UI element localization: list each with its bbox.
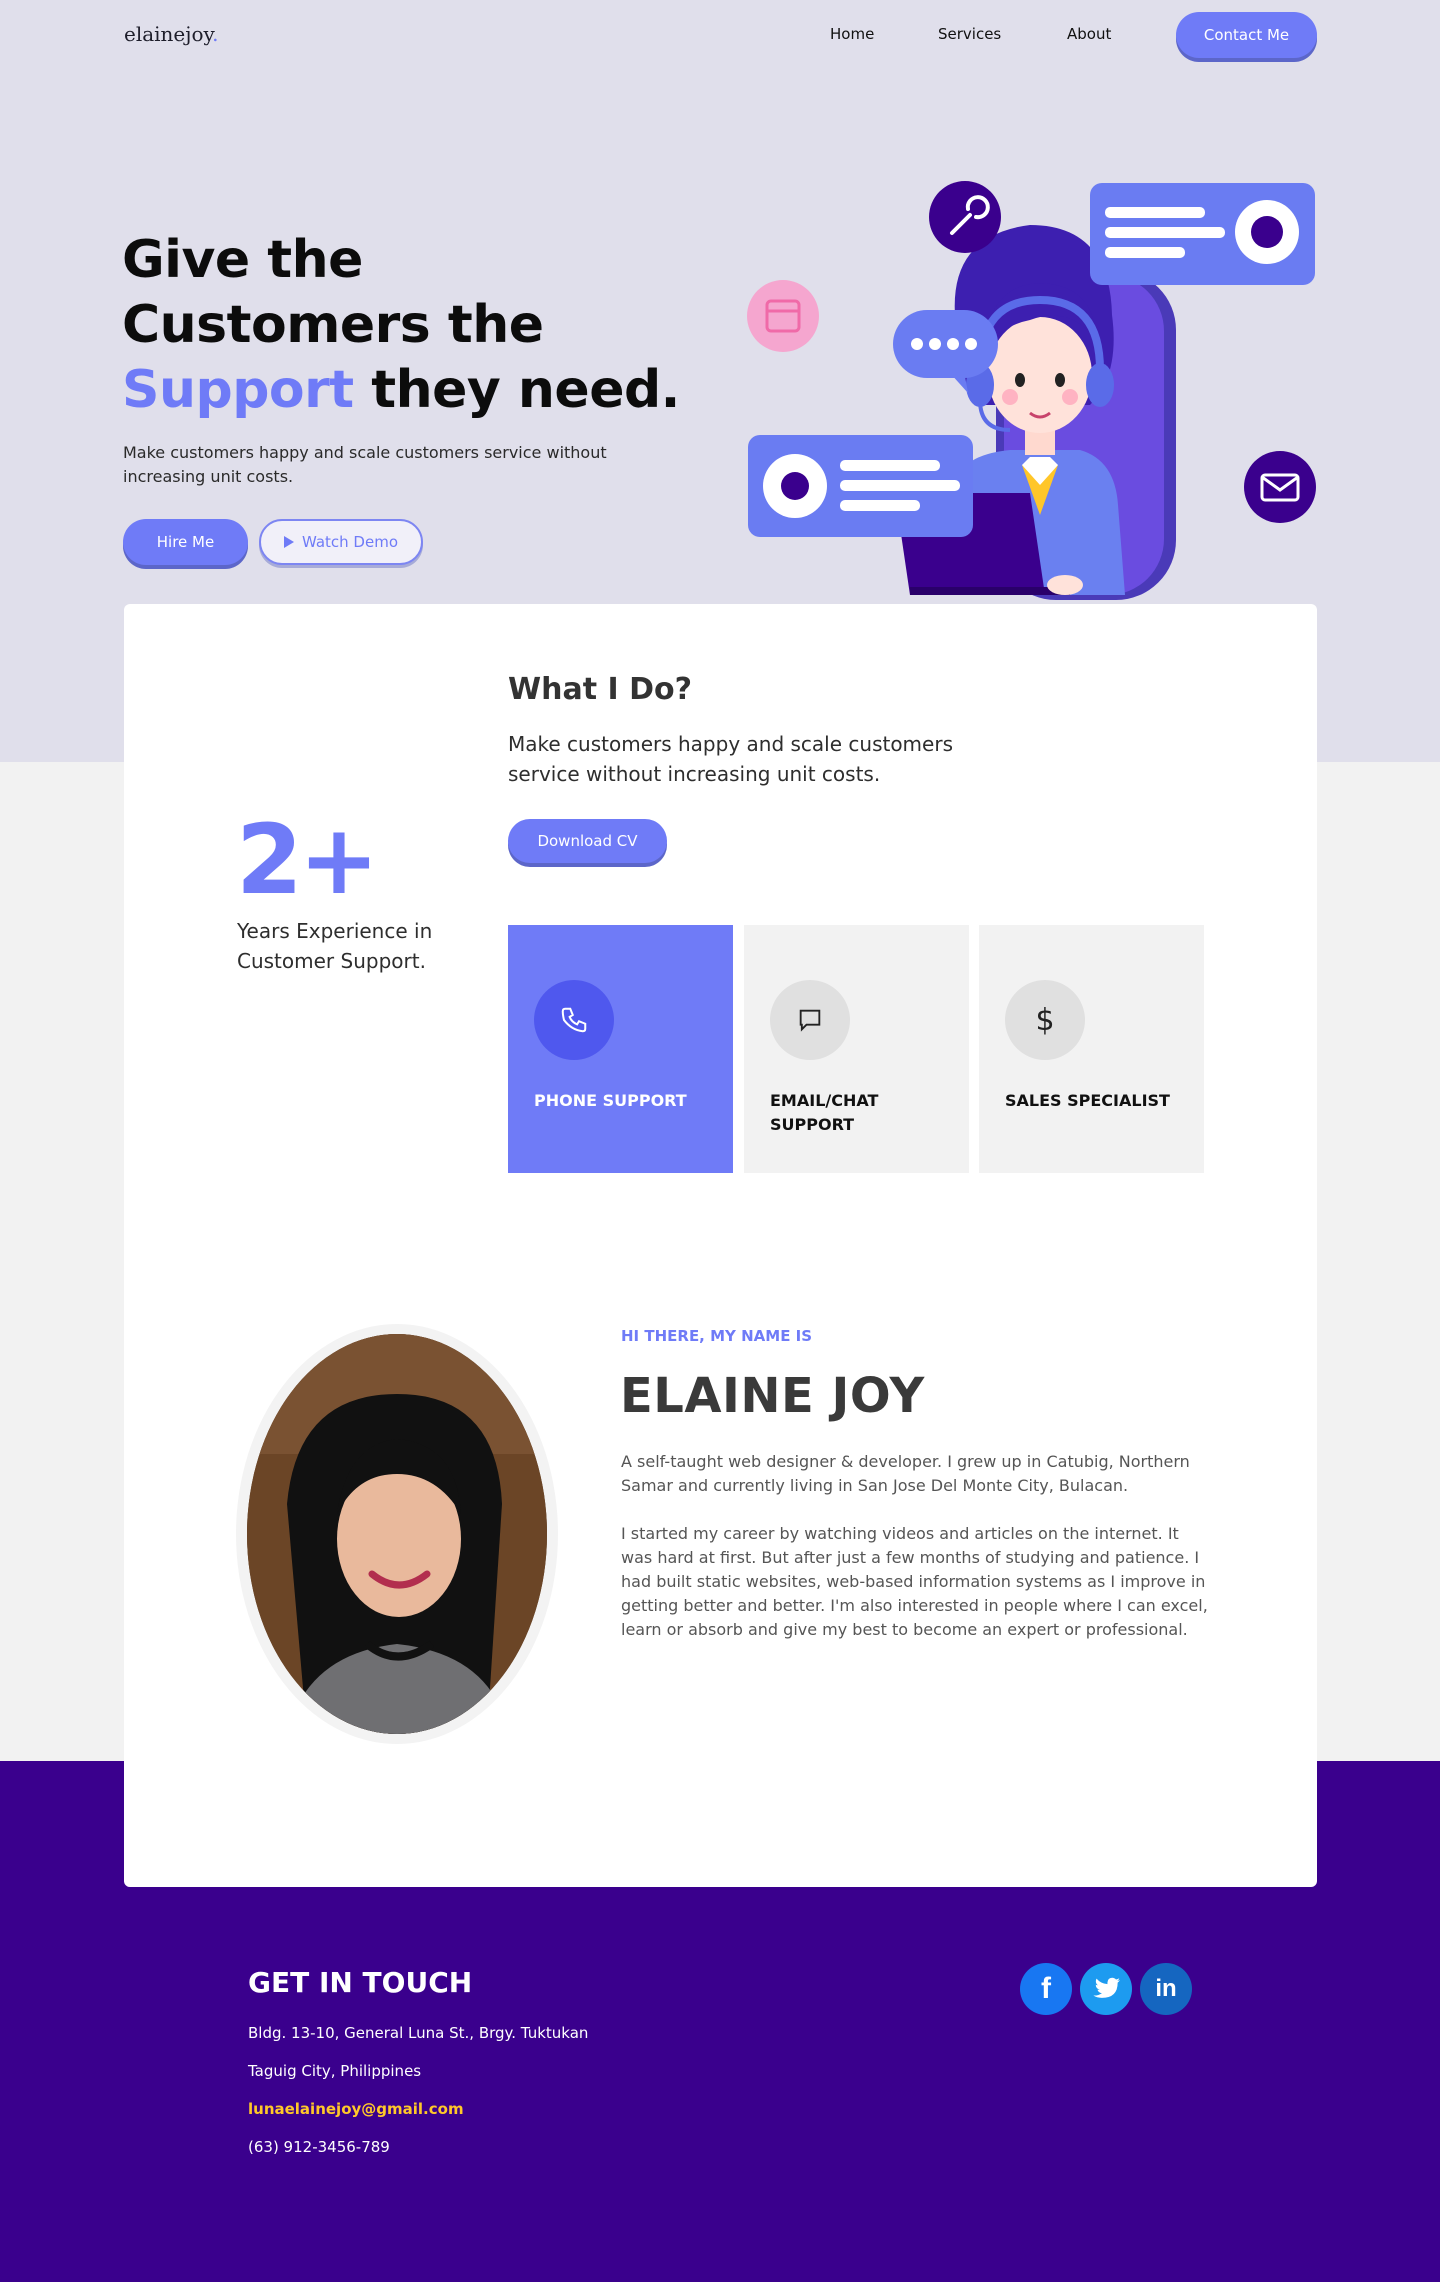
chat-icon — [770, 980, 850, 1060]
service-label: EMAIL/CHAT SUPPORT — [770, 1091, 879, 1134]
greeting-label: HI THERE, MY NAME IS — [621, 1327, 813, 1345]
address-line-2: Taguig City, Philippines — [248, 2062, 422, 2080]
service-label: PHONE SUPPORT — [534, 1091, 687, 1110]
nav-about[interactable]: About — [1067, 25, 1111, 43]
download-cv-button[interactable]: Download CV — [508, 819, 667, 863]
get-in-touch-title: GET IN TOUCH — [248, 1966, 473, 1999]
service-email-chat-support[interactable]: EMAIL/CHAT SUPPORT — [744, 925, 969, 1173]
facebook-icon[interactable]: f — [1020, 1963, 1072, 2015]
service-phone-support[interactable]: PHONE SUPPORT — [508, 925, 733, 1173]
linkedin-icon[interactable]: in — [1140, 1963, 1192, 2015]
nav-home[interactable]: Home — [830, 25, 874, 43]
watch-demo-button[interactable]: Watch Demo — [259, 519, 423, 565]
dollar-icon: $ — [1005, 980, 1085, 1060]
bio-paragraph-2: I started my career by watching videos a… — [621, 1524, 1208, 1639]
what-i-do-title: What I Do? — [508, 672, 692, 707]
site-logo[interactable]: elainejoy. — [124, 22, 219, 46]
nav-services[interactable]: Services — [938, 25, 1001, 43]
hero-title-line1: Give the — [122, 230, 363, 290]
hero-title-line2: Customers the — [122, 295, 544, 355]
profile-name: ELAINE JOY — [620, 1368, 925, 1424]
watch-demo-label: Watch Demo — [301, 533, 399, 551]
play-icon — [283, 536, 294, 548]
phone-icon — [534, 980, 614, 1060]
contact-me-button[interactable]: Contact Me — [1176, 12, 1317, 58]
bio: A self-taught web designer & developer. … — [621, 1450, 1211, 1642]
hero-title: Give the Customers the Support they need… — [122, 228, 682, 423]
years-text: Years Experience in Customer Support. — [237, 919, 433, 973]
support-agent-illustration — [747, 181, 1316, 600]
profile-photo — [247, 1334, 547, 1734]
hero-title-accent: Support — [122, 360, 354, 420]
phone-number: (63) 912-3456-789 — [248, 2138, 390, 2156]
hire-me-button[interactable]: Hire Me — [123, 519, 248, 565]
bio-paragraph-1: A self-taught web designer & developer. … — [621, 1452, 1190, 1495]
what-i-do-subtitle: Make customers happy and scale customers… — [508, 732, 953, 786]
twitter-icon[interactable] — [1080, 1963, 1132, 2015]
service-sales-specialist[interactable]: $ SALES SPECIALIST — [979, 925, 1204, 1173]
service-label: SALES SPECIALIST — [1005, 1091, 1170, 1110]
logo-dot: . — [212, 22, 219, 46]
address-line-1: Bldg. 13-10, General Luna St., Brgy. Tuk… — [248, 2024, 589, 2042]
hero-title-end: they need. — [353, 360, 680, 420]
hero-subtitle: Make customers happy and scale customers… — [123, 443, 607, 486]
email-link[interactable]: lunaelainejoy@gmail.com — [248, 2100, 464, 2118]
years-number: 2+ — [236, 804, 379, 916]
logo-text: elainejoy — [124, 22, 213, 46]
